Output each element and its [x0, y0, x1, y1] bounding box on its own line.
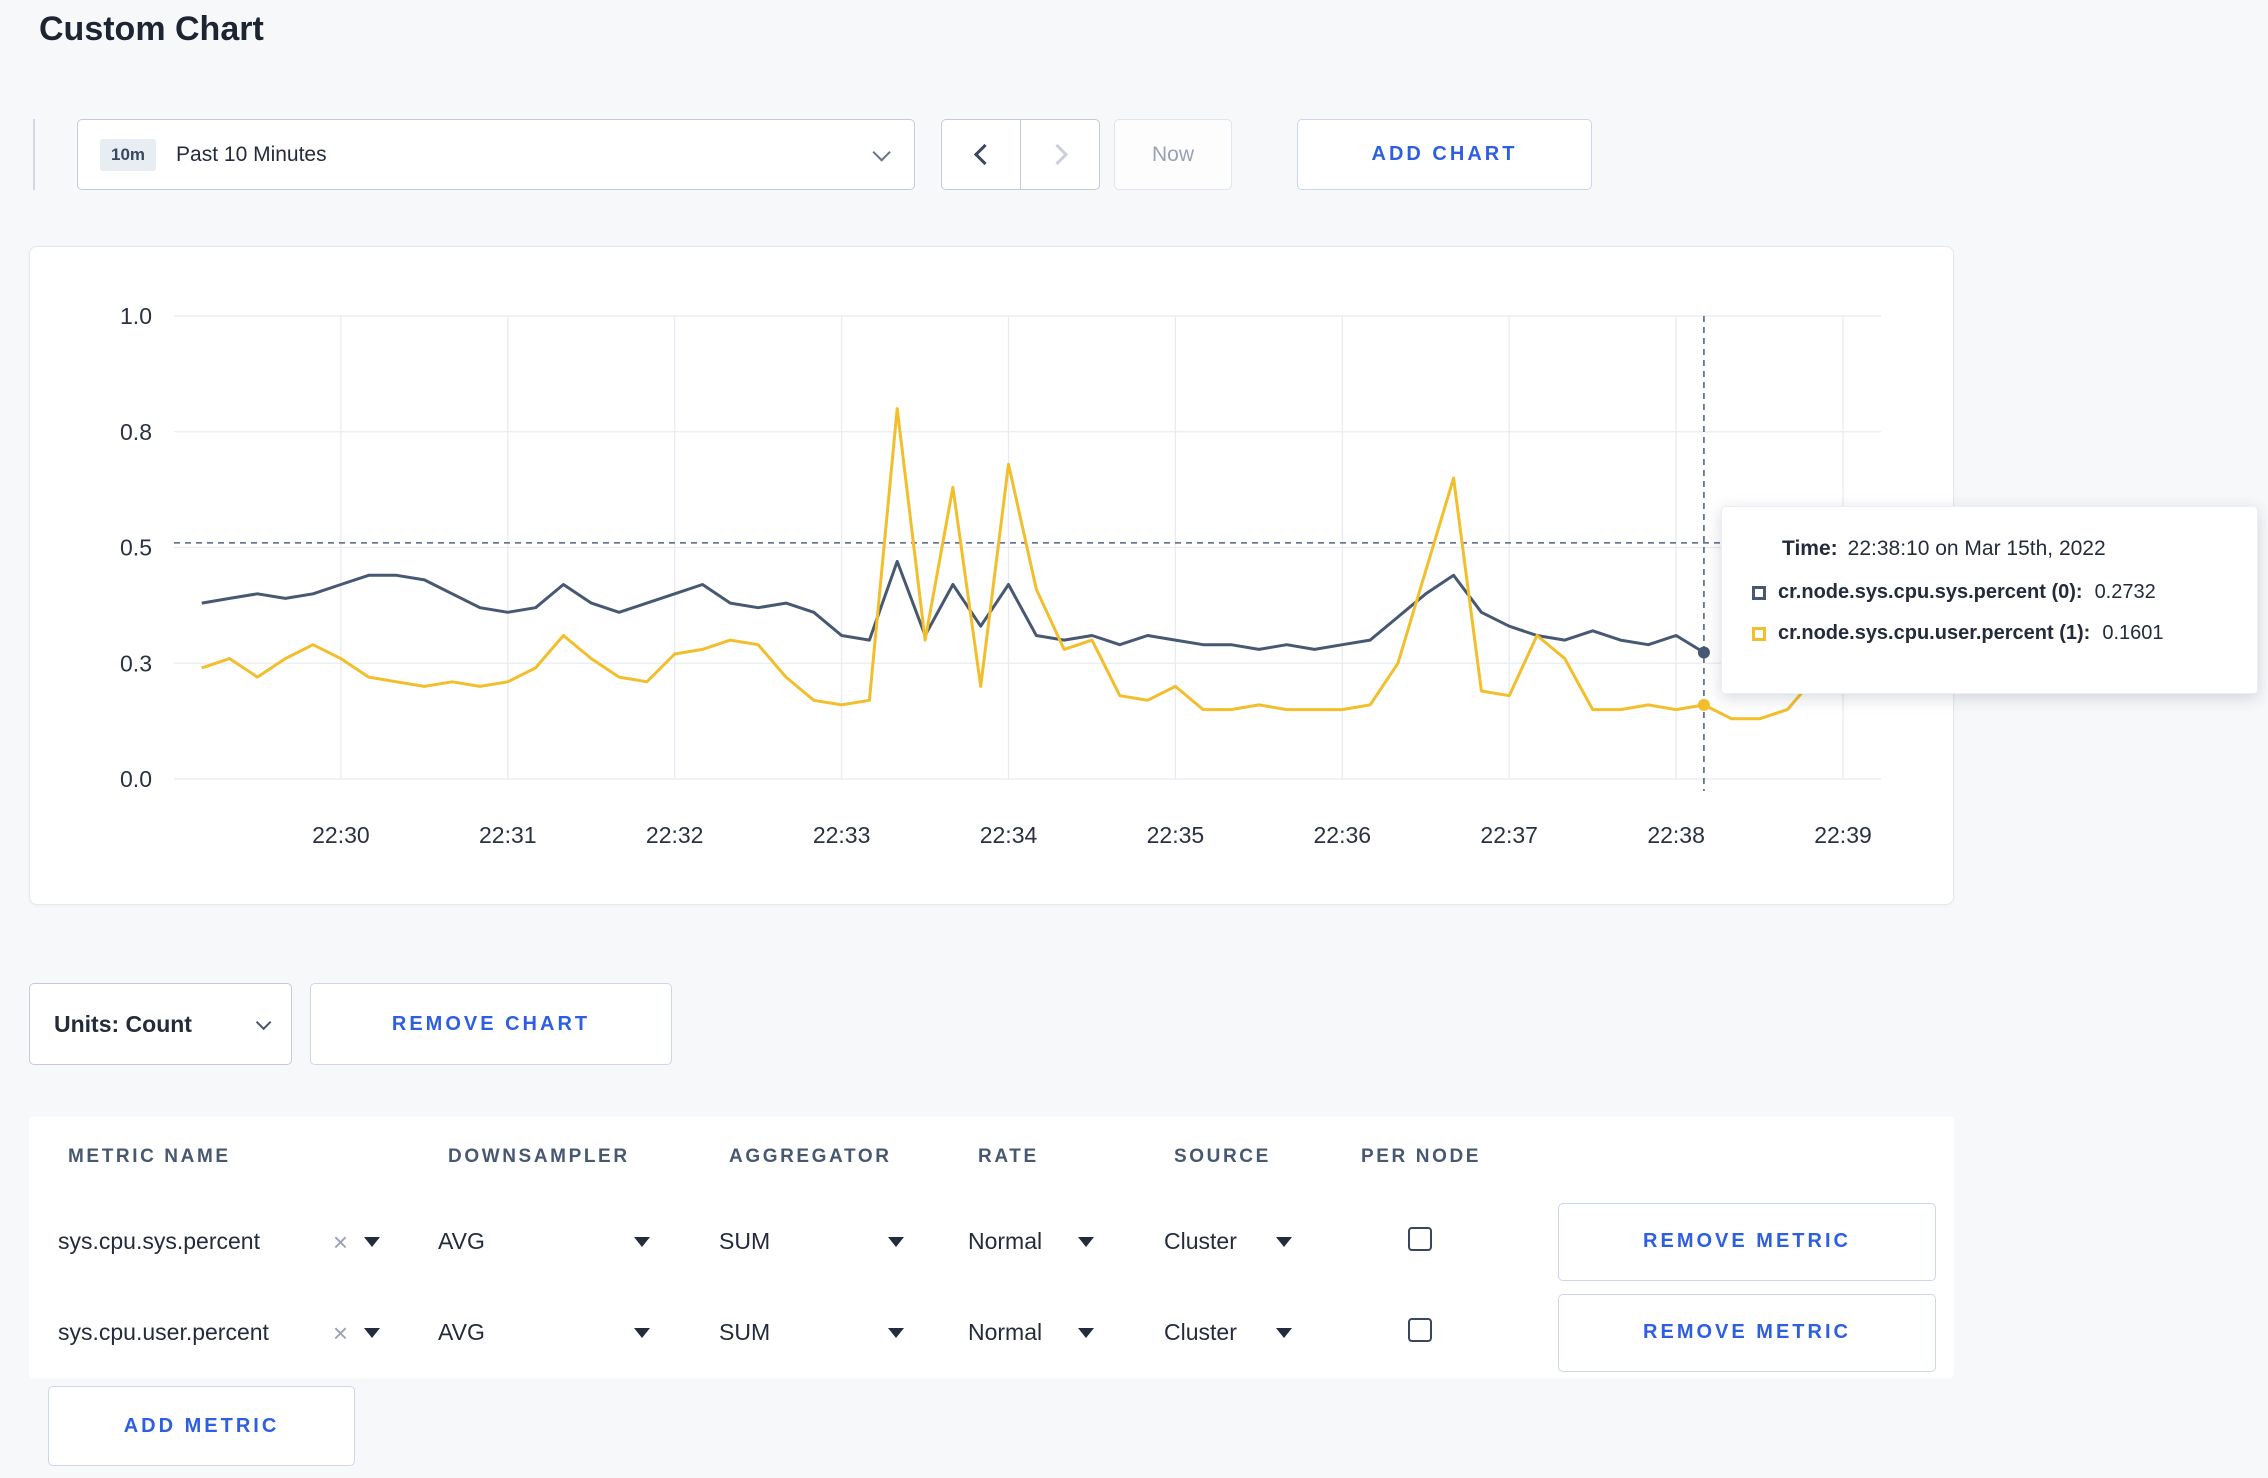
x-tick-label: 22:33: [813, 822, 871, 848]
units-label: Units: Count: [54, 1010, 192, 1037]
chevron-left-icon: [973, 143, 995, 166]
downsampler-value: AVG: [438, 1228, 485, 1254]
column-header-per-node: PER NODE: [1361, 1145, 1482, 1167]
x-tick-label: 22:30: [312, 822, 370, 848]
tooltip-series-row: cr.node.sys.cpu.user.percent (1): 0.1601: [1752, 622, 2227, 645]
chevron-right-icon: [1046, 143, 1068, 166]
tooltip-series-value: 0.1601: [2102, 622, 2164, 644]
x-tick-label: 22:34: [980, 822, 1038, 848]
remove-metric-button[interactable]: REMOVE METRIC: [1558, 1202, 1936, 1281]
series-line-sys: [201, 559, 1705, 654]
tooltip-series-name: cr.node.sys.cpu.user.percent (1):: [1778, 622, 2091, 644]
chevron-down-icon: [872, 143, 891, 162]
per-node-checkbox[interactable]: [1408, 1318, 1432, 1342]
clear-metric-icon[interactable]: ×: [333, 1229, 348, 1255]
source-value: Cluster: [1164, 1228, 1237, 1254]
column-header-source: SOURCE: [1174, 1145, 1271, 1167]
chart-canvas[interactable]: 1.0 0.8 0.5 0.3 0.0 22:30 22:31 22:32 22:33 22:34…: [30, 247, 1955, 906]
chart-panel: 1.0 0.8 0.5 0.3 0.0 22:30 22:31 22:32 22:33 22:34…: [29, 246, 1954, 905]
x-tick-label: 22:38: [1647, 822, 1705, 848]
page-title: Custom Chart: [39, 10, 264, 48]
rate-value: Normal: [968, 1319, 1043, 1345]
units-select[interactable]: Units: Count: [29, 983, 292, 1065]
highlight-dot-user: [1697, 698, 1710, 711]
source-select[interactable]: Cluster: [1164, 1228, 1292, 1255]
x-tick-label: 22:37: [1480, 822, 1538, 848]
y-tick-label: 0.0: [120, 766, 152, 792]
aggregator-select[interactable]: SUM: [719, 1228, 904, 1255]
source-value: Cluster: [1164, 1319, 1237, 1345]
metrics-table: METRIC NAME DOWNSAMPLER AGGREGATOR RATE …: [29, 1117, 1954, 1378]
metric-row: sys.cpu.sys.percent × AVG SUM Normal Clu…: [29, 1196, 1954, 1287]
caret-down-icon: [888, 1236, 904, 1247]
x-tick-label: 22:36: [1314, 822, 1372, 848]
time-range-badge: 10m: [100, 138, 157, 171]
caret-down-icon: [1078, 1327, 1094, 1338]
metric-name-value: sys.cpu.sys.percent: [58, 1228, 260, 1254]
add-chart-button[interactable]: ADD CHART: [1297, 119, 1592, 190]
caret-down-icon: [1276, 1236, 1292, 1247]
x-tick-label: 22:31: [479, 822, 537, 848]
caret-down-icon: [1276, 1327, 1292, 1338]
clear-metric-icon[interactable]: ×: [333, 1320, 348, 1346]
aggregator-select[interactable]: SUM: [719, 1319, 904, 1346]
chevron-down-icon: [255, 1014, 272, 1030]
downsampler-select[interactable]: AVG: [438, 1228, 650, 1255]
remove-chart-button[interactable]: REMOVE CHART: [310, 983, 672, 1065]
column-header-aggregator: AGGREGATOR: [729, 1145, 892, 1167]
series-swatch-icon: [1752, 626, 1766, 641]
y-tick-label: 0.5: [120, 535, 152, 561]
downsampler-select[interactable]: AVG: [438, 1319, 650, 1346]
remove-metric-button[interactable]: REMOVE METRIC: [1558, 1293, 1936, 1372]
series-swatch-icon: [1752, 585, 1766, 600]
prev-time-button[interactable]: [941, 119, 1021, 190]
time-range-select[interactable]: 10m Past 10 Minutes: [77, 119, 915, 190]
metric-name-select[interactable]: sys.cpu.user.percent ×: [58, 1319, 380, 1346]
y-tick-label: 0.8: [120, 419, 152, 445]
next-time-button[interactable]: [1020, 119, 1100, 190]
toolbar-separator: [33, 119, 35, 190]
tooltip-series-value: 0.2732: [2094, 581, 2156, 603]
y-tick-label: 1.0: [120, 303, 152, 329]
metrics-table-header: METRIC NAME DOWNSAMPLER AGGREGATOR RATE …: [29, 1117, 1954, 1196]
x-tick-label: 22:35: [1147, 822, 1205, 848]
tooltip-series-name: cr.node.sys.cpu.sys.percent (0):: [1778, 581, 2083, 603]
caret-down-icon: [888, 1327, 904, 1338]
caret-down-icon: [364, 1236, 380, 1247]
column-header-metric-name: METRIC NAME: [68, 1145, 231, 1167]
caret-down-icon: [634, 1327, 650, 1338]
time-range-label: Past 10 Minutes: [176, 142, 327, 166]
per-node-checkbox[interactable]: [1408, 1227, 1432, 1251]
metric-name-select[interactable]: sys.cpu.sys.percent ×: [58, 1228, 380, 1255]
metric-row: sys.cpu.user.percent × AVG SUM Normal Cl…: [29, 1287, 1954, 1378]
x-tick-label: 22:39: [1814, 822, 1872, 848]
y-tick-label: 0.3: [120, 650, 152, 676]
source-select[interactable]: Cluster: [1164, 1319, 1292, 1346]
tooltip-series-row: cr.node.sys.cpu.sys.percent (0): 0.2732: [1752, 581, 2227, 604]
metric-name-value: sys.cpu.user.percent: [58, 1319, 269, 1345]
caret-down-icon: [1078, 1236, 1094, 1247]
now-button[interactable]: Now: [1114, 119, 1232, 190]
column-header-downsampler: DOWNSAMPLER: [448, 1145, 630, 1167]
rate-select[interactable]: Normal: [968, 1319, 1094, 1346]
highlight-dot-sys: [1697, 646, 1710, 659]
tooltip-time: Time: 22:38:10 on Mar 15th, 2022: [1782, 537, 2227, 561]
tooltip-time-value: 22:38:10 on Mar 15th, 2022: [1847, 537, 2106, 560]
caret-down-icon: [364, 1327, 380, 1338]
add-metric-button[interactable]: ADD METRIC: [48, 1386, 355, 1466]
series-line-user: [201, 407, 1872, 721]
rate-value: Normal: [968, 1228, 1043, 1254]
chart-tooltip: Time: 22:38:10 on Mar 15th, 2022 cr.node.…: [1721, 506, 2258, 694]
caret-down-icon: [634, 1236, 650, 1247]
tooltip-time-label: Time:: [1782, 537, 1838, 560]
aggregator-value: SUM: [719, 1228, 771, 1254]
time-pager: [941, 119, 1100, 190]
column-header-rate: RATE: [978, 1145, 1039, 1167]
x-tick-label: 22:32: [646, 822, 704, 848]
aggregator-value: SUM: [719, 1319, 771, 1345]
rate-select[interactable]: Normal: [968, 1228, 1094, 1255]
downsampler-value: AVG: [438, 1319, 485, 1345]
